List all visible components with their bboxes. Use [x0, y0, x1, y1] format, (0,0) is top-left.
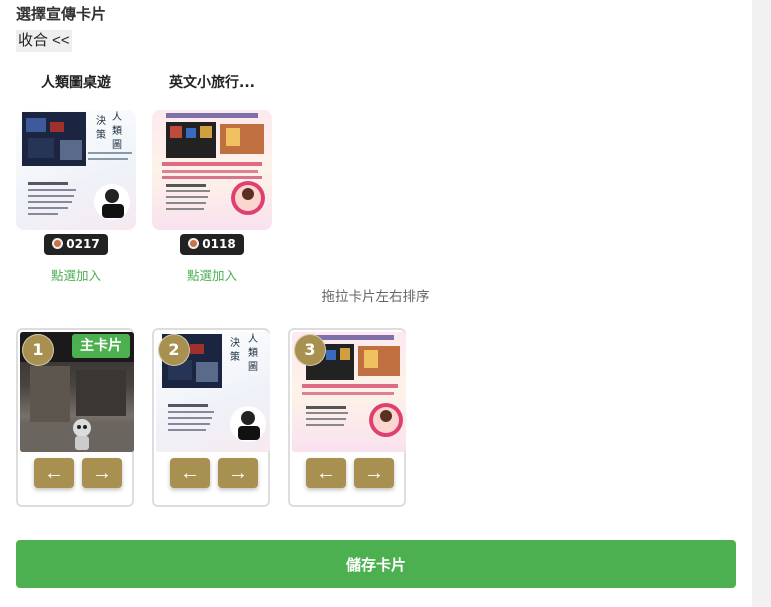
view-count: 0118 — [202, 237, 236, 251]
section-title: 選擇宣傳卡片 — [16, 5, 107, 23]
svg-text:類: 類 — [248, 347, 258, 359]
save-cards-button[interactable]: 儲存卡片 — [16, 540, 736, 588]
svg-text:圖: 圖 — [248, 361, 258, 373]
card-title: 人類圖桌遊 — [41, 75, 111, 91]
view-count: 0217 — [66, 237, 100, 251]
move-right-button[interactable]: → — [218, 458, 258, 488]
eye-icon — [188, 238, 200, 249]
poster-image — [162, 113, 265, 215]
source-card[interactable]: 英文小旅行... 0118 點選加入 — [152, 72, 272, 284]
add-card-link[interactable]: 點選加入 — [16, 265, 136, 284]
card-slot-1[interactable]: 1 主卡片 ← → — [16, 328, 134, 507]
svg-text:人: 人 — [112, 111, 122, 123]
view-count-badge: 0118 — [180, 234, 244, 255]
sort-hint: 拖拉卡片左右排序 — [321, 289, 430, 305]
move-left-button[interactable]: ← — [170, 458, 210, 488]
move-left-button[interactable]: ← — [306, 458, 346, 488]
svg-text:決: 決 — [230, 337, 240, 349]
svg-text:決: 決 — [96, 115, 106, 127]
poster-image: 決 策 人 類 圖 — [22, 111, 132, 220]
card-slot-2[interactable]: 決 策 人 類 圖 2 ← → — [152, 328, 270, 507]
card-slot-3[interactable]: 3 ← → — [288, 328, 406, 507]
svg-text:策: 策 — [96, 128, 106, 141]
collapse-button[interactable]: 收合 << — [16, 30, 72, 52]
eye-icon — [52, 238, 64, 249]
svg-text:圖: 圖 — [112, 139, 122, 151]
svg-text:人: 人 — [248, 333, 258, 345]
card-thumbnail[interactable] — [152, 110, 272, 230]
slot-number-badge: 1 — [22, 334, 54, 366]
slot-number-badge: 3 — [294, 334, 326, 366]
view-count-badge: 0217 — [44, 234, 108, 255]
slot-number-badge: 2 — [158, 334, 190, 366]
svg-text:策: 策 — [230, 350, 240, 363]
move-right-button[interactable]: → — [354, 458, 394, 488]
card-title: 英文小旅行... — [169, 75, 255, 91]
main-card-badge: 主卡片 — [72, 334, 130, 358]
move-right-button[interactable]: → — [82, 458, 122, 488]
add-card-link[interactable]: 點選加入 — [152, 265, 272, 284]
source-card[interactable]: 人類圖桌遊 決 策 人 類 圖 0217 點選加入 — [16, 72, 136, 284]
svg-text:類: 類 — [112, 125, 122, 137]
move-left-button[interactable]: ← — [34, 458, 74, 488]
card-thumbnail[interactable]: 決 策 人 類 圖 — [16, 110, 136, 230]
scrollbar-track[interactable] — [752, 0, 771, 607]
